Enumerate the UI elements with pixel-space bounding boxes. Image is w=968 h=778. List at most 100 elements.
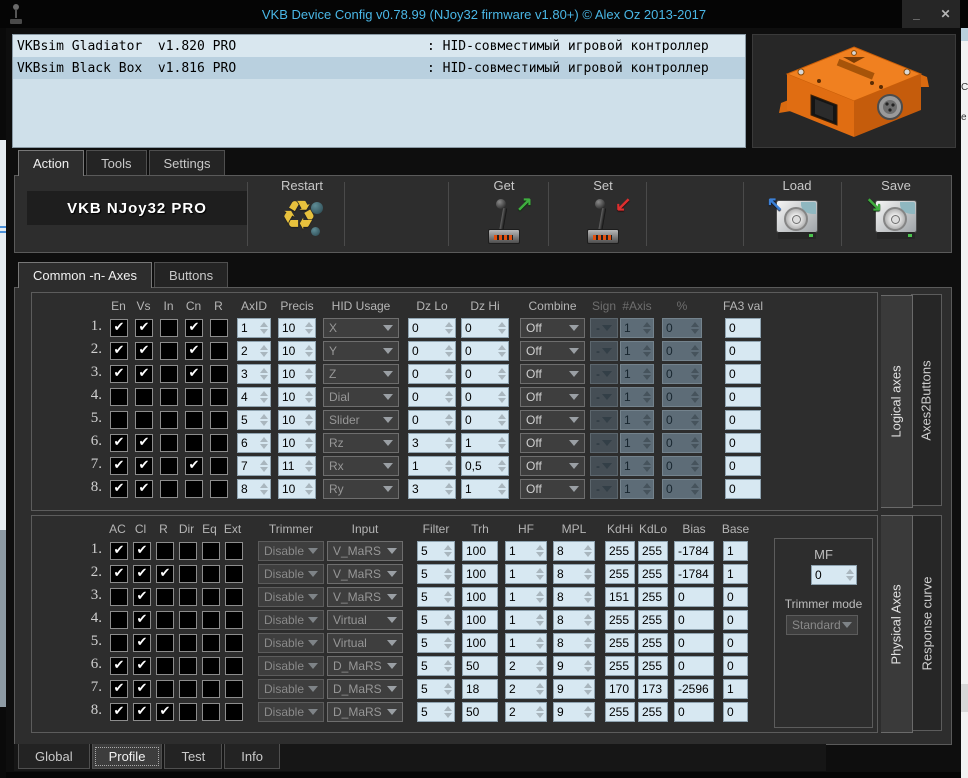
spin-down-icon[interactable] xyxy=(443,689,452,695)
precis-spinner[interactable]: 10 xyxy=(278,363,316,384)
axid-spinner-arrows[interactable] xyxy=(257,480,270,498)
checkbox-ext[interactable] xyxy=(225,702,243,721)
dz-hi-spinner-arrows[interactable] xyxy=(495,319,508,337)
spin-down-icon[interactable] xyxy=(444,374,453,380)
input-select[interactable]: V_MaRS xyxy=(327,563,403,584)
spin-up-icon[interactable] xyxy=(304,321,313,327)
dz-hi-spinner-arrows[interactable] xyxy=(495,365,508,383)
dz-hi-spinner-arrows[interactable] xyxy=(495,480,508,498)
checkbox-ext[interactable] xyxy=(225,587,243,606)
spin-down-icon[interactable] xyxy=(259,397,268,403)
dz-lo-spinner[interactable]: 0 xyxy=(408,363,456,384)
checkbox-r[interactable]: ✔ xyxy=(156,564,174,583)
dropdown-arrow-icon[interactable] xyxy=(383,393,393,400)
dz-lo-spinner-arrows[interactable] xyxy=(442,365,455,383)
checkbox-r[interactable] xyxy=(210,433,228,452)
dz-lo-spinner-arrows[interactable] xyxy=(442,480,455,498)
checkbox-r[interactable] xyxy=(156,679,174,698)
spin-down-icon[interactable] xyxy=(443,574,452,580)
spin-up-icon[interactable] xyxy=(443,613,452,619)
spin-down-icon[interactable] xyxy=(583,712,592,718)
close-button[interactable]: ✕ xyxy=(935,7,957,21)
kdhi-input[interactable]: 170 xyxy=(605,678,635,699)
checkbox-r[interactable] xyxy=(156,656,174,675)
checkbox-en[interactable]: ✔ xyxy=(110,364,128,383)
fa3-val-input[interactable]: 0 xyxy=(725,455,761,476)
hid-usage-select[interactable]: Slider xyxy=(323,409,399,430)
axid-spinner-arrows[interactable] xyxy=(257,319,270,337)
dropdown-arrow-icon[interactable] xyxy=(383,439,393,446)
dz-hi-spinner[interactable]: 0 xyxy=(461,317,509,338)
spin-down-icon[interactable] xyxy=(583,666,592,672)
dropdown-arrow-icon[interactable] xyxy=(383,370,393,377)
spin-down-icon[interactable] xyxy=(444,489,453,495)
checkbox-dir[interactable] xyxy=(179,541,197,560)
spin-down-icon[interactable] xyxy=(535,597,544,603)
trh-input[interactable]: 100 xyxy=(462,609,498,630)
precis-spinner-arrows[interactable] xyxy=(302,480,315,498)
spin-down-icon[interactable] xyxy=(259,328,268,334)
checkbox-en[interactable]: ✔ xyxy=(110,433,128,452)
checkbox-dir[interactable] xyxy=(179,587,197,606)
precis-spinner-arrows[interactable] xyxy=(302,365,315,383)
hf-spinner-arrows[interactable] xyxy=(533,565,546,583)
checkbox-r[interactable] xyxy=(156,541,174,560)
dz-hi-spinner-arrows[interactable] xyxy=(495,388,508,406)
input-select[interactable]: V_MaRS xyxy=(327,586,403,607)
checkbox-vs[interactable]: ✔ xyxy=(135,433,153,452)
spin-up-icon[interactable] xyxy=(444,482,453,488)
dz-lo-spinner[interactable]: 0 xyxy=(408,409,456,430)
spin-down-icon[interactable] xyxy=(444,466,453,472)
checkbox-cl[interactable]: ✔ xyxy=(133,656,151,675)
checkbox-en[interactable]: ✔ xyxy=(110,456,128,475)
spin-up-icon[interactable] xyxy=(259,482,268,488)
checkbox-dir[interactable] xyxy=(179,564,197,583)
dropdown-arrow-icon[interactable] xyxy=(569,347,579,354)
kdlo-input[interactable]: 173 xyxy=(638,678,668,699)
dropdown-arrow-icon[interactable] xyxy=(383,416,393,423)
device-row-gladiator[interactable]: VKBsim Gladiator v1.820 PRO : HID-совмес… xyxy=(13,35,745,57)
base-input[interactable]: 1 xyxy=(723,540,748,561)
dz-lo-spinner[interactable]: 0 xyxy=(408,317,456,338)
spin-up-icon[interactable] xyxy=(259,390,268,396)
spin-down-icon[interactable] xyxy=(304,466,313,472)
filter-spinner[interactable]: 5 xyxy=(417,609,455,630)
tab-profile[interactable]: Profile xyxy=(91,744,163,769)
dz-lo-spinner-arrows[interactable] xyxy=(442,319,455,337)
spin-down-icon[interactable] xyxy=(497,466,506,472)
dropdown-arrow-icon[interactable] xyxy=(383,485,393,492)
checkbox-ext[interactable] xyxy=(225,679,243,698)
spin-up-icon[interactable] xyxy=(583,682,592,688)
filter-spinner-arrows[interactable] xyxy=(441,634,454,652)
save-button[interactable]: Save ↘ xyxy=(848,178,944,248)
kdhi-input[interactable]: 151 xyxy=(605,586,635,607)
spin-up-icon[interactable] xyxy=(259,344,268,350)
axid-spinner[interactable]: 3 xyxy=(237,363,271,384)
spin-up-icon[interactable] xyxy=(535,613,544,619)
tab-settings[interactable]: Settings xyxy=(148,150,226,176)
spin-down-icon[interactable] xyxy=(535,689,544,695)
kdhi-input[interactable]: 255 xyxy=(605,701,635,722)
spin-up-icon[interactable] xyxy=(583,544,592,550)
dropdown-arrow-icon[interactable] xyxy=(387,685,397,692)
spin-down-icon[interactable] xyxy=(304,351,313,357)
dropdown-arrow-icon[interactable] xyxy=(383,347,393,354)
checkbox-eq[interactable] xyxy=(202,702,220,721)
kdhi-input[interactable]: 255 xyxy=(605,563,635,584)
dz-lo-spinner-arrows[interactable] xyxy=(442,434,455,452)
input-select[interactable]: D_MaRS xyxy=(327,678,403,699)
checkbox-dir[interactable] xyxy=(179,633,197,652)
filter-spinner[interactable]: 5 xyxy=(417,678,455,699)
dropdown-arrow-icon[interactable] xyxy=(569,485,579,492)
fa3-val-input[interactable]: 0 xyxy=(725,432,761,453)
spin-down-icon[interactable] xyxy=(583,689,592,695)
spin-down-icon[interactable] xyxy=(304,489,313,495)
checkbox-eq[interactable] xyxy=(202,679,220,698)
dropdown-arrow-icon[interactable] xyxy=(569,416,579,423)
checkbox-vs[interactable]: ✔ xyxy=(135,318,153,337)
spin-up-icon[interactable] xyxy=(259,321,268,327)
checkbox-r[interactable] xyxy=(210,341,228,360)
checkbox-ext[interactable] xyxy=(225,656,243,675)
checkbox-in[interactable] xyxy=(160,433,178,452)
spin-down-icon[interactable] xyxy=(535,574,544,580)
